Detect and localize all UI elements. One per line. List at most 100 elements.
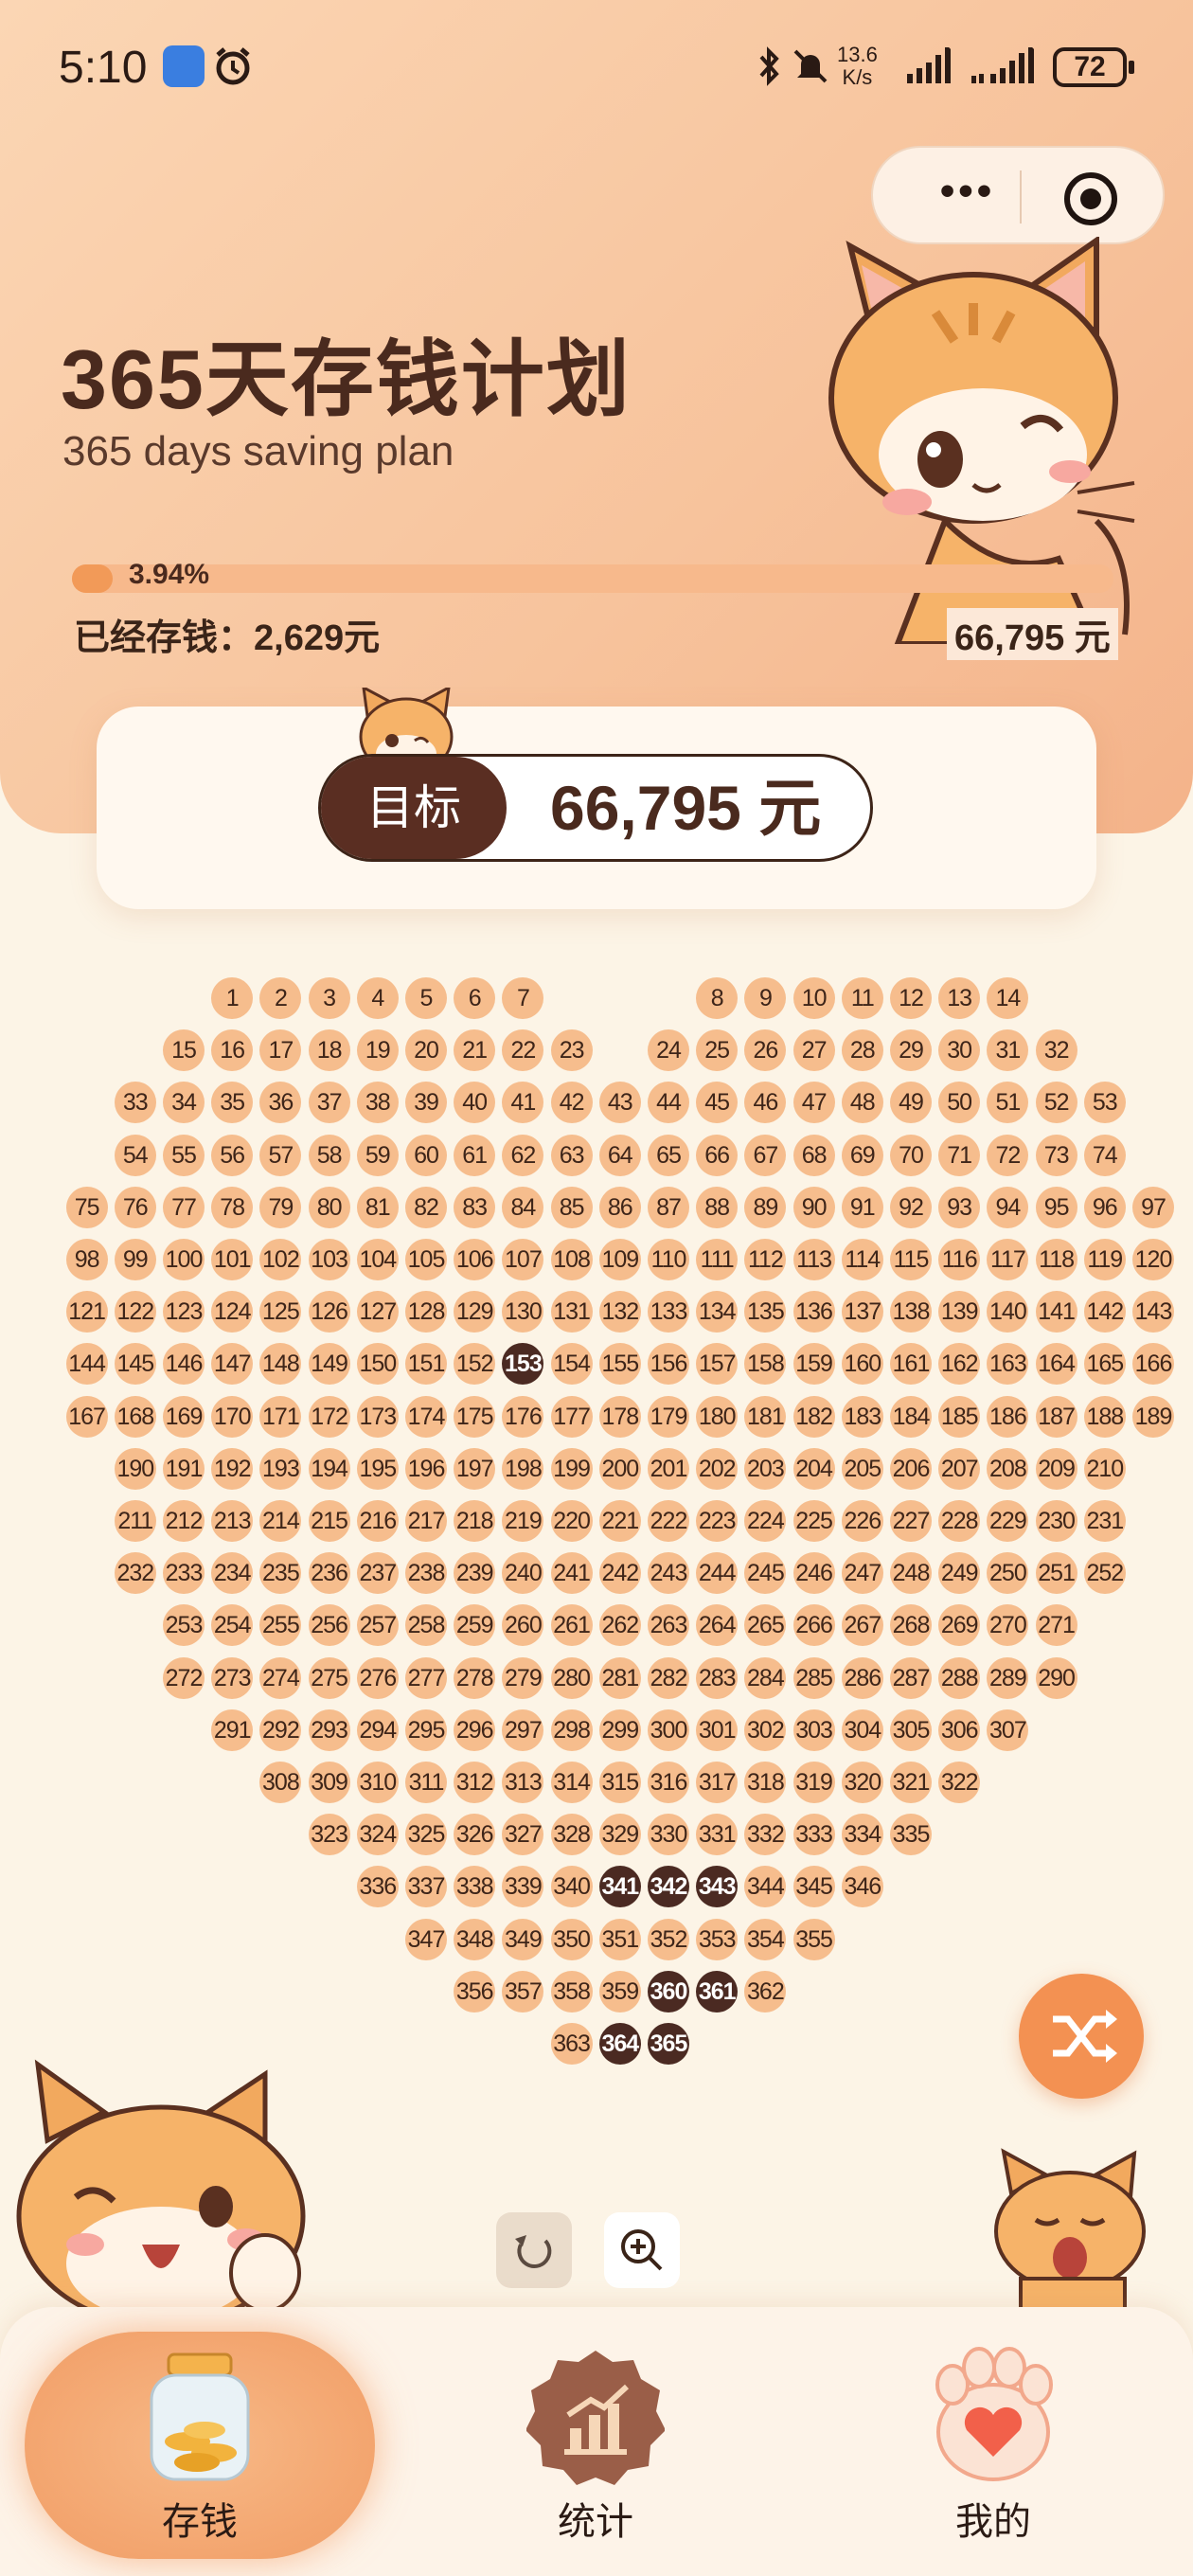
day-232[interactable]: 232 (114, 1552, 156, 1595)
day-291[interactable]: 291 (211, 1708, 254, 1751)
day-247[interactable]: 247 (841, 1552, 883, 1595)
day-47[interactable]: 47 (792, 1082, 835, 1124)
day-81[interactable]: 81 (356, 1186, 399, 1228)
day-354[interactable]: 354 (744, 1918, 787, 1960)
day-358[interactable]: 358 (550, 1970, 593, 2012)
day-153[interactable]: 153 (502, 1343, 544, 1386)
day-116[interactable]: 116 (938, 1239, 981, 1280)
day-237[interactable]: 237 (356, 1552, 399, 1595)
day-282[interactable]: 282 (648, 1656, 689, 1699)
day-208[interactable]: 208 (987, 1447, 1029, 1490)
day-341[interactable]: 341 (598, 1866, 641, 1908)
day-62[interactable]: 62 (502, 1134, 544, 1176)
day-220[interactable]: 220 (550, 1500, 593, 1542)
day-225[interactable]: 225 (792, 1500, 835, 1542)
day-257[interactable]: 257 (356, 1604, 399, 1647)
day-262[interactable]: 262 (598, 1604, 641, 1647)
zoom-in-button[interactable] (604, 2212, 680, 2288)
day-276[interactable]: 276 (356, 1656, 399, 1699)
day-76[interactable]: 76 (114, 1186, 156, 1228)
day-94[interactable]: 94 (987, 1186, 1029, 1228)
day-64[interactable]: 64 (598, 1134, 641, 1176)
day-2[interactable]: 2 (259, 977, 302, 1019)
day-178[interactable]: 178 (598, 1395, 641, 1438)
day-54[interactable]: 54 (114, 1134, 156, 1176)
day-318[interactable]: 318 (744, 1762, 787, 1803)
day-215[interactable]: 215 (308, 1500, 350, 1542)
day-167[interactable]: 167 (65, 1395, 108, 1438)
day-22[interactable]: 22 (502, 1029, 544, 1072)
day-316[interactable]: 316 (648, 1762, 689, 1803)
day-315[interactable]: 315 (598, 1762, 641, 1803)
day-189[interactable]: 189 (1132, 1395, 1174, 1438)
day-305[interactable]: 305 (890, 1708, 932, 1751)
day-96[interactable]: 96 (1083, 1186, 1126, 1228)
day-154[interactable]: 154 (550, 1343, 593, 1386)
day-206[interactable]: 206 (890, 1447, 932, 1490)
day-66[interactable]: 66 (696, 1134, 739, 1176)
day-195[interactable]: 195 (356, 1447, 399, 1490)
day-190[interactable]: 190 (114, 1447, 156, 1490)
day-12[interactable]: 12 (890, 977, 932, 1019)
day-9[interactable]: 9 (744, 977, 787, 1019)
day-3[interactable]: 3 (308, 977, 350, 1019)
day-107[interactable]: 107 (502, 1239, 544, 1280)
day-284[interactable]: 284 (744, 1656, 787, 1699)
day-261[interactable]: 261 (550, 1604, 593, 1647)
day-186[interactable]: 186 (987, 1395, 1029, 1438)
day-250[interactable]: 250 (987, 1552, 1029, 1595)
day-327[interactable]: 327 (502, 1814, 544, 1856)
day-169[interactable]: 169 (163, 1395, 205, 1438)
day-279[interactable]: 279 (502, 1656, 544, 1699)
day-210[interactable]: 210 (1083, 1447, 1126, 1490)
day-27[interactable]: 27 (792, 1029, 835, 1072)
day-299[interactable]: 299 (598, 1708, 641, 1751)
day-176[interactable]: 176 (502, 1395, 544, 1438)
day-222[interactable]: 222 (648, 1500, 689, 1542)
day-281[interactable]: 281 (598, 1656, 641, 1699)
day-230[interactable]: 230 (1035, 1500, 1077, 1542)
day-77[interactable]: 77 (163, 1186, 205, 1228)
day-98[interactable]: 98 (65, 1239, 108, 1280)
day-185[interactable]: 185 (938, 1395, 981, 1438)
day-197[interactable]: 197 (454, 1447, 496, 1490)
day-253[interactable]: 253 (163, 1604, 205, 1647)
day-362[interactable]: 362 (744, 1970, 787, 2012)
day-34[interactable]: 34 (163, 1082, 205, 1124)
day-157[interactable]: 157 (696, 1343, 739, 1386)
day-109[interactable]: 109 (598, 1239, 641, 1280)
day-270[interactable]: 270 (987, 1604, 1029, 1647)
day-322[interactable]: 322 (938, 1762, 981, 1803)
day-345[interactable]: 345 (792, 1866, 835, 1908)
day-21[interactable]: 21 (454, 1029, 496, 1072)
day-40[interactable]: 40 (454, 1082, 496, 1124)
day-133[interactable]: 133 (648, 1291, 689, 1333)
day-317[interactable]: 317 (696, 1762, 739, 1803)
day-251[interactable]: 251 (1035, 1552, 1077, 1595)
day-171[interactable]: 171 (259, 1395, 302, 1438)
day-112[interactable]: 112 (744, 1239, 787, 1280)
day-58[interactable]: 58 (308, 1134, 350, 1176)
day-340[interactable]: 340 (550, 1866, 593, 1908)
day-24[interactable]: 24 (648, 1029, 689, 1072)
day-221[interactable]: 221 (598, 1500, 641, 1542)
day-35[interactable]: 35 (211, 1082, 254, 1124)
day-245[interactable]: 245 (744, 1552, 787, 1595)
day-46[interactable]: 46 (744, 1082, 787, 1124)
day-101[interactable]: 101 (211, 1239, 254, 1280)
day-5[interactable]: 5 (405, 977, 447, 1019)
day-217[interactable]: 217 (405, 1500, 447, 1542)
day-139[interactable]: 139 (938, 1291, 981, 1333)
day-104[interactable]: 104 (356, 1239, 399, 1280)
day-138[interactable]: 138 (890, 1291, 932, 1333)
day-252[interactable]: 252 (1083, 1552, 1126, 1595)
day-143[interactable]: 143 (1132, 1291, 1174, 1333)
day-332[interactable]: 332 (744, 1814, 787, 1856)
day-350[interactable]: 350 (550, 1918, 593, 1960)
day-330[interactable]: 330 (648, 1814, 689, 1856)
day-125[interactable]: 125 (259, 1291, 302, 1333)
day-298[interactable]: 298 (550, 1708, 593, 1751)
day-181[interactable]: 181 (744, 1395, 787, 1438)
day-295[interactable]: 295 (405, 1708, 447, 1751)
day-97[interactable]: 97 (1132, 1186, 1174, 1228)
